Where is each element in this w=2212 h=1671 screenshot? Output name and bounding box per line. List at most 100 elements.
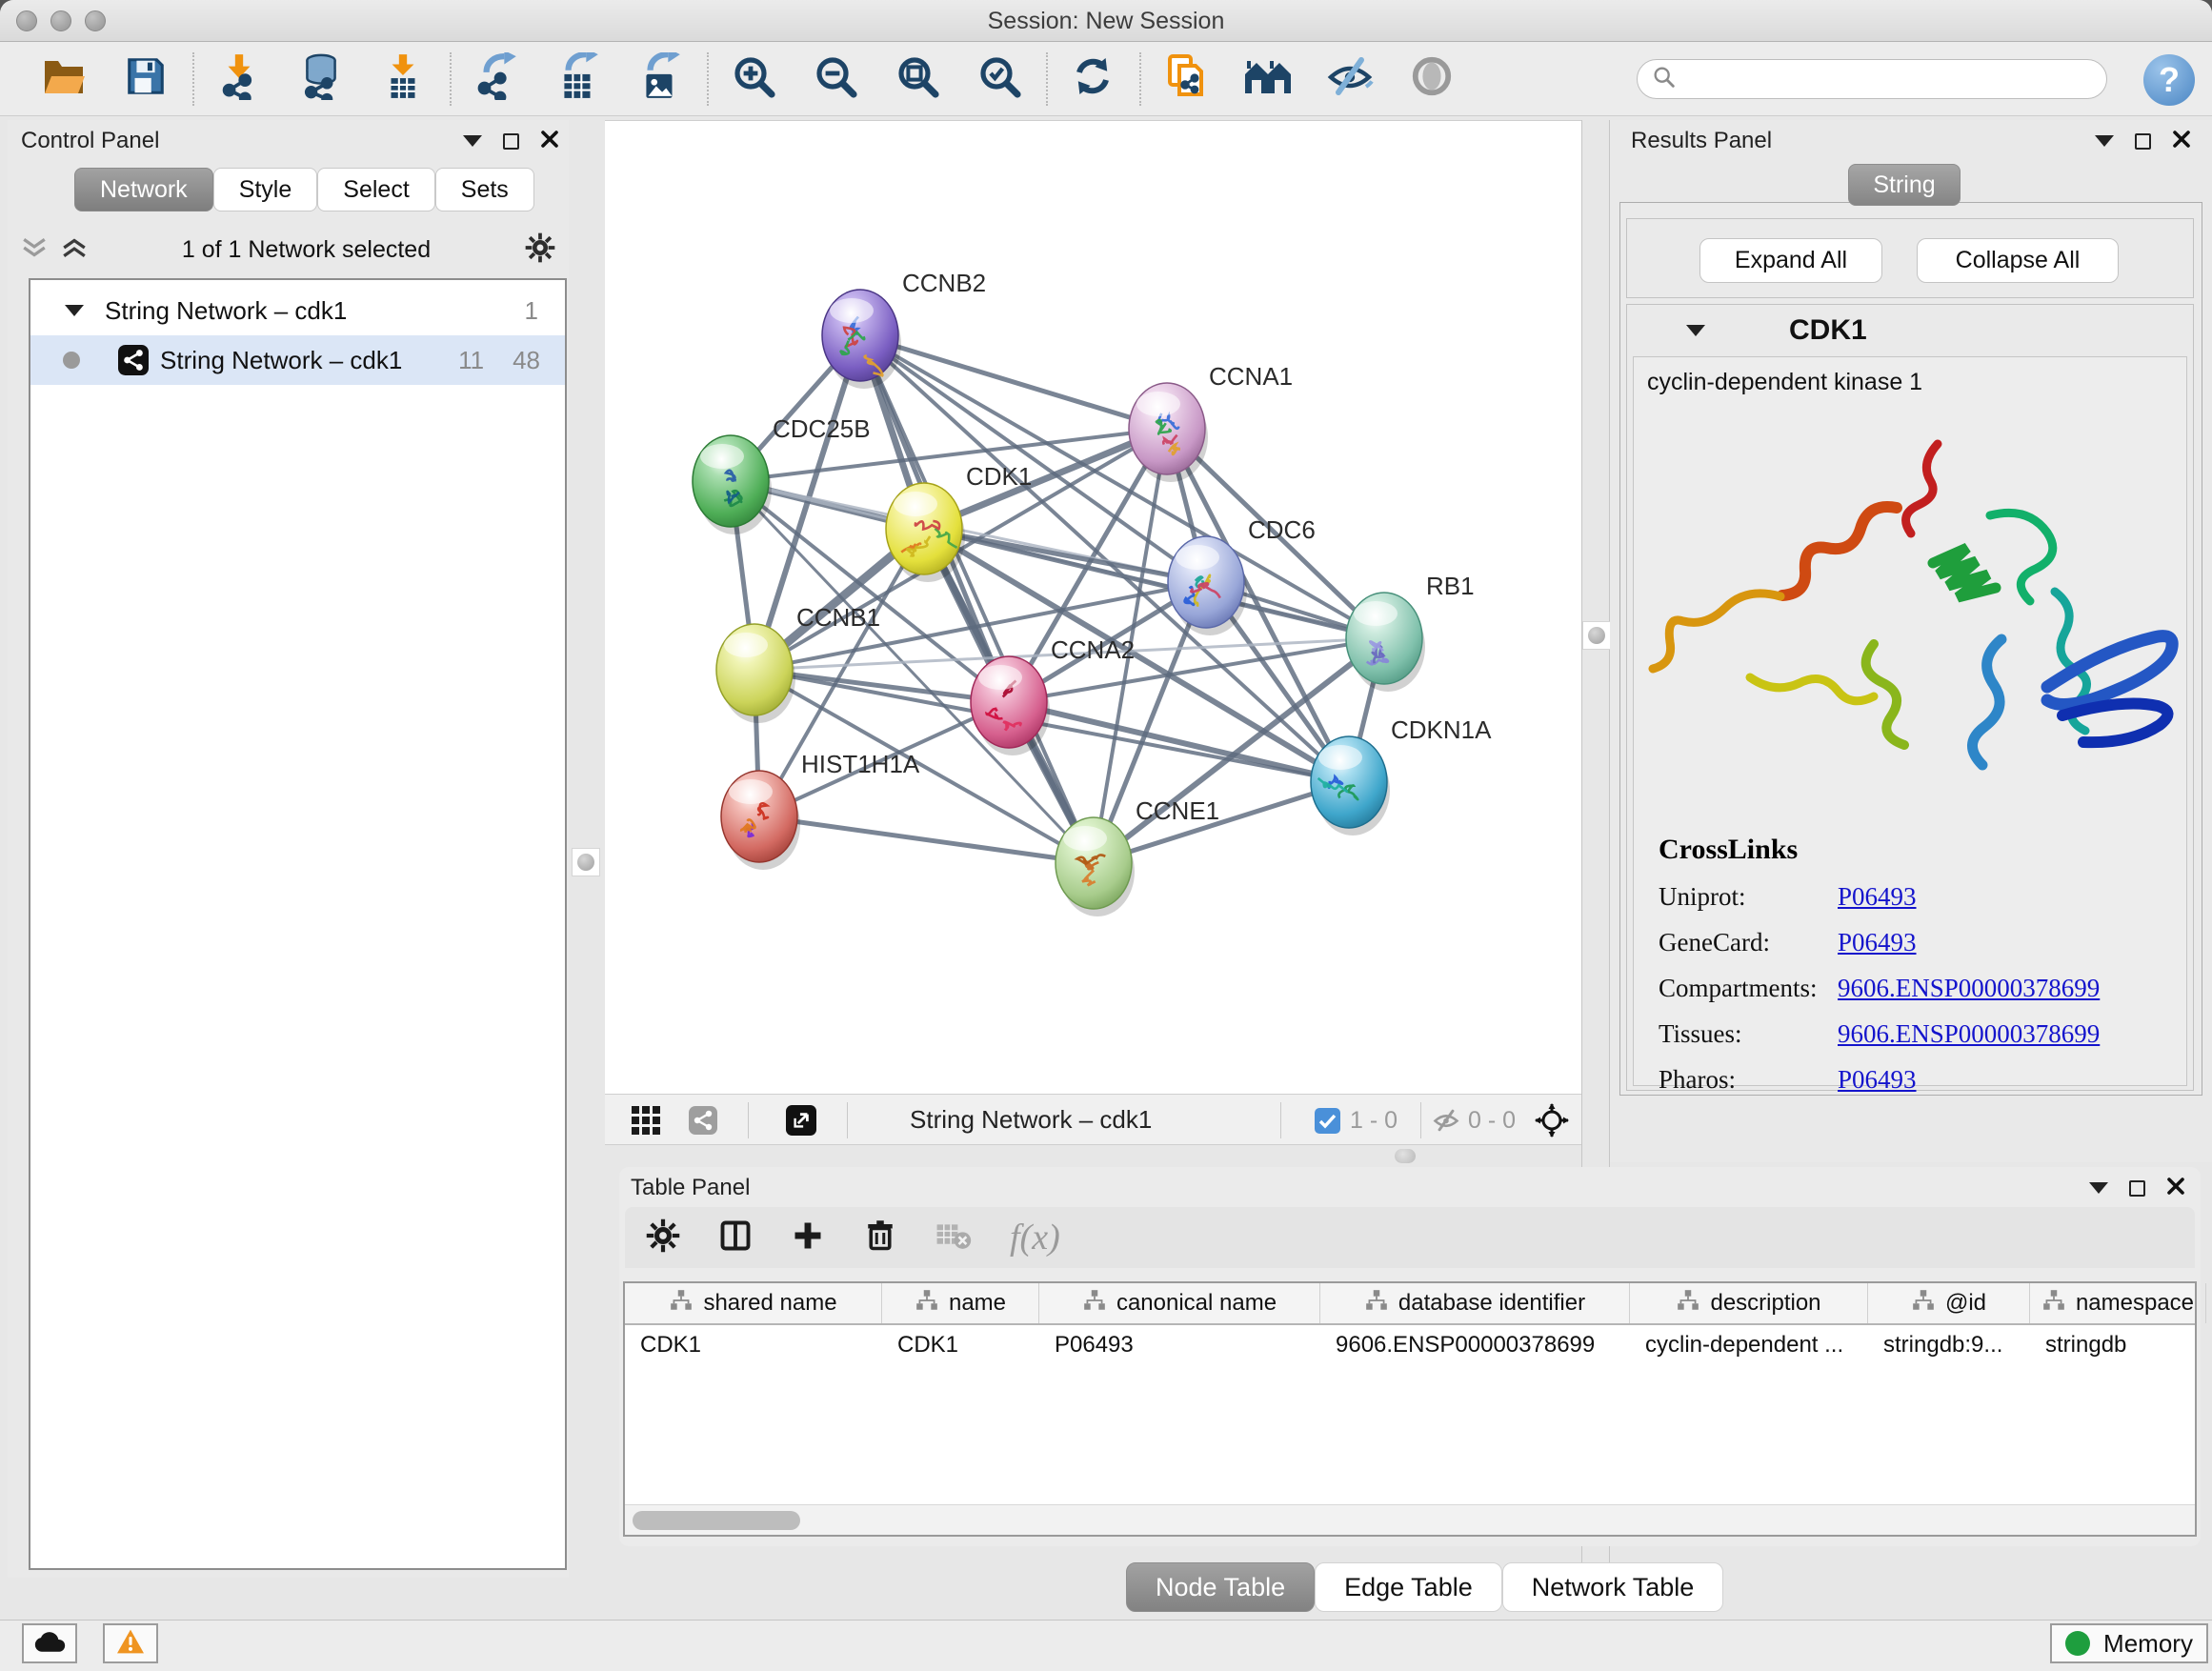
expand-all-button[interactable]: Expand All bbox=[1699, 238, 1882, 283]
network-node-ccna1[interactable]: CCNA1 bbox=[1129, 362, 1293, 482]
add-column-icon[interactable] bbox=[791, 1218, 825, 1258]
open-in-window-icon[interactable] bbox=[786, 1105, 816, 1140]
network-node-hist1h1a[interactable]: HIST1H1A bbox=[721, 750, 920, 870]
network-node-rb1[interactable]: RB1 bbox=[1346, 572, 1475, 692]
zoom-fit-icon bbox=[895, 53, 940, 104]
scrollbar-thumb[interactable] bbox=[633, 1511, 800, 1530]
tab-select[interactable]: Select bbox=[317, 168, 434, 211]
entry-header[interactable]: CDK1 bbox=[1627, 305, 2193, 356]
zoom-out-button[interactable] bbox=[808, 50, 863, 108]
hidden-eye-icon[interactable] bbox=[1432, 1107, 1460, 1138]
warning-status-button[interactable] bbox=[103, 1623, 158, 1663]
panel-menu-icon[interactable] bbox=[2095, 135, 2114, 147]
open-session-button[interactable] bbox=[36, 50, 91, 108]
crosslink-link[interactable]: P06493 bbox=[1838, 928, 1917, 957]
column-header--id[interactable]: @id bbox=[1868, 1283, 2030, 1323]
splitter-handle-icon[interactable] bbox=[577, 854, 594, 871]
column-header-database-identifier[interactable]: database identifier bbox=[1320, 1283, 1630, 1323]
help-button[interactable]: ? bbox=[2143, 54, 2195, 106]
function-builder-icon[interactable]: f(x) bbox=[1010, 1217, 1060, 1258]
memory-button[interactable]: Memory bbox=[2050, 1623, 2208, 1663]
close-panel-icon[interactable] bbox=[540, 130, 559, 153]
tab-node-table[interactable]: Node Table bbox=[1126, 1562, 1315, 1612]
network-edge-hist1h1a-ccne1[interactable] bbox=[759, 816, 1094, 863]
table-cell: stringdb:9... bbox=[1868, 1325, 2030, 1365]
clone-network-button[interactable] bbox=[1158, 50, 1214, 108]
cloud-status-button[interactable] bbox=[22, 1623, 77, 1663]
string-protein-query-button[interactable] bbox=[1240, 50, 1296, 108]
tab-sets[interactable]: Sets bbox=[435, 168, 534, 211]
warning-icon bbox=[115, 1628, 146, 1660]
import-network-file-button[interactable] bbox=[211, 50, 267, 108]
splitter-handle-icon[interactable] bbox=[1588, 627, 1605, 644]
export-table-button[interactable] bbox=[551, 50, 606, 108]
column-header-canonical-name[interactable]: canonical name bbox=[1039, 1283, 1320, 1323]
tab-edge-table[interactable]: Edge Table bbox=[1315, 1562, 1502, 1612]
close-panel-icon[interactable] bbox=[2172, 130, 2191, 153]
delete-column-icon[interactable] bbox=[863, 1218, 897, 1258]
crosshair-icon[interactable] bbox=[1535, 1103, 1569, 1142]
table-settings-gear-icon[interactable] bbox=[646, 1218, 680, 1258]
crosslink-link[interactable]: 9606.ENSP00000378699 bbox=[1838, 1019, 2100, 1049]
control-panel-tabs: NetworkStyleSelectSets bbox=[74, 168, 534, 211]
export-image-button[interactable] bbox=[633, 50, 688, 108]
memory-label: Memory bbox=[2103, 1629, 2193, 1659]
network-graph[interactable]: CCNB2CCNA1CDC25BCDK1CDC6RB1CCNB1CCNA2CDK… bbox=[605, 121, 1581, 1095]
save-session-button[interactable] bbox=[118, 50, 173, 108]
refresh-view-button[interactable] bbox=[1065, 50, 1120, 108]
tab-network-table[interactable]: Network Table bbox=[1502, 1562, 1724, 1612]
close-panel-icon[interactable] bbox=[2166, 1177, 2185, 1200]
float-panel-icon[interactable] bbox=[2135, 133, 2151, 150]
collapse-all-tree-icon[interactable] bbox=[21, 236, 48, 264]
crosslink-link[interactable]: 9606.ENSP00000378699 bbox=[1838, 974, 2100, 1003]
crosslink-link[interactable]: P06493 bbox=[1838, 882, 1917, 912]
toolbar-separator bbox=[192, 52, 194, 106]
hide-graphics-details-button[interactable] bbox=[1322, 50, 1377, 108]
table-row[interactable]: CDK1CDK1P064939606.ENSP00000378699cyclin… bbox=[625, 1325, 2195, 1365]
selection-checkbox[interactable] bbox=[1315, 1108, 1340, 1138]
panel-menu-icon[interactable] bbox=[2089, 1182, 2108, 1194]
show-graphics-details-button[interactable] bbox=[1404, 50, 1459, 108]
birdseye-view-icon[interactable] bbox=[689, 1106, 717, 1139]
column-header-description[interactable]: description bbox=[1630, 1283, 1868, 1323]
left-splitter[interactable] bbox=[569, 120, 603, 1578]
network-canvas[interactable]: CCNB2CCNA1CDC25BCDK1CDC6RB1CCNB1CCNA2CDK… bbox=[605, 120, 1581, 1094]
network-node-ccne1[interactable]: CCNE1 bbox=[1056, 796, 1219, 916]
panel-menu-icon[interactable] bbox=[463, 135, 482, 147]
zoom-fit-button[interactable] bbox=[890, 50, 945, 108]
network-collection-row[interactable]: String Network – cdk1 1 bbox=[30, 286, 565, 335]
network-row[interactable]: String Network – cdk1 11 48 bbox=[30, 335, 565, 385]
tab-style[interactable]: Style bbox=[213, 168, 318, 211]
table-horizontal-scrollbar[interactable] bbox=[625, 1504, 2195, 1535]
collapse-all-button[interactable]: Collapse All bbox=[1917, 238, 2119, 283]
network-node-cdkn1a[interactable]: CDKN1A bbox=[1311, 715, 1492, 836]
tab-string[interactable]: String bbox=[1848, 164, 1961, 206]
network-edge-ccnb2-ccna1[interactable] bbox=[860, 335, 1167, 429]
show-columns-icon[interactable] bbox=[718, 1218, 753, 1258]
import-network-database-button[interactable] bbox=[293, 50, 349, 108]
network-edge-ccnb2-ccne1[interactable] bbox=[860, 335, 1094, 863]
float-panel-icon[interactable] bbox=[2129, 1180, 2145, 1197]
column-header-namespace[interactable]: namespace bbox=[2030, 1283, 2206, 1323]
search-field[interactable] bbox=[1637, 59, 2107, 99]
zoom-selected-button[interactable] bbox=[972, 50, 1027, 108]
crosslink-link[interactable]: P06493 bbox=[1838, 1065, 1917, 1095]
zoom-in-button[interactable] bbox=[726, 50, 781, 108]
network-node-ccnb2[interactable]: CCNB2 bbox=[822, 269, 986, 389]
tab-network[interactable]: Network bbox=[74, 168, 213, 211]
gear-icon[interactable] bbox=[525, 232, 555, 268]
horizontal-splitter-handle[interactable] bbox=[1395, 1149, 1416, 1163]
expand-all-tree-icon[interactable] bbox=[61, 236, 88, 264]
export-network-button[interactable] bbox=[469, 50, 524, 108]
zoom-out-icon bbox=[813, 53, 858, 104]
control-panel-title: Control Panel bbox=[21, 128, 159, 154]
import-table-file-button[interactable] bbox=[375, 50, 431, 108]
table-cell: stringdb bbox=[2030, 1325, 2206, 1365]
column-header-shared-name[interactable]: shared name bbox=[625, 1283, 882, 1323]
grid-view-icon[interactable] bbox=[632, 1106, 660, 1139]
float-panel-icon[interactable] bbox=[503, 133, 519, 150]
network-edge-cdkn1a-ccne1[interactable] bbox=[1094, 782, 1349, 863]
delete-table-icon[interactable] bbox=[935, 1220, 972, 1256]
column-header-name[interactable]: name bbox=[882, 1283, 1039, 1323]
search-input[interactable] bbox=[1678, 66, 2078, 92]
